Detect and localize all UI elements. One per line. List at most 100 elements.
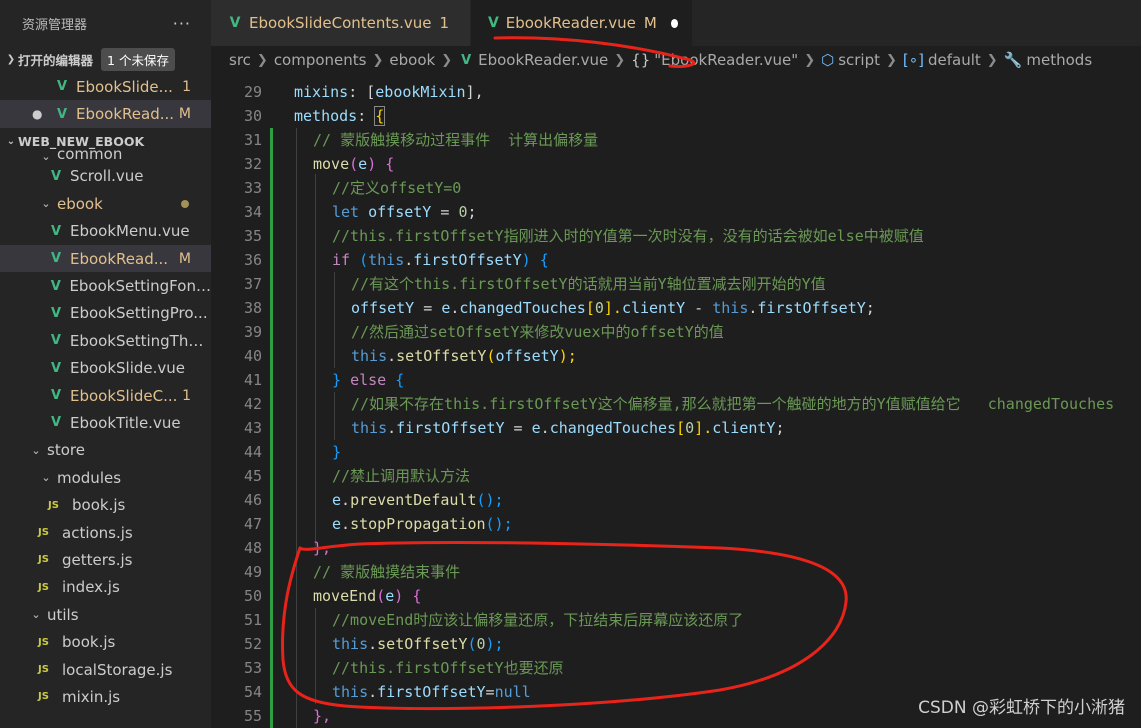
tree-folder[interactable]: ⌄ modules [0,464,211,491]
tree-file[interactable]: V Scroll.vue [0,163,211,190]
js-file-icon: JS [48,499,59,511]
chevron-right-icon: ❯ [986,52,998,68]
code-line: 32 move(e) { [243,155,395,173]
breadcrumb-item[interactable]: components [274,51,367,69]
unsaved-dot-icon[interactable] [670,18,678,28]
tree-file[interactable]: V EbookTitle.vue [0,409,211,436]
js-file-icon: JS [38,554,49,566]
tab-label: EbookSlideContents.vue [249,14,432,32]
tab-label: EbookReader.vue [505,14,636,32]
js-file-icon: JS [38,527,49,539]
breadcrumb-item[interactable]: src [229,51,251,69]
code-line: 48}, [243,539,332,557]
file-label: book.js [62,633,116,652]
tree-file[interactable]: JS localStorage.js [0,656,211,683]
problem-count: 1 [182,387,191,404]
js-file-icon: JS [38,636,49,648]
code-line: 38 offsetY = e.changedTouches[0].clientY … [243,299,875,317]
folder-label: modules [57,468,122,487]
unsaved-dot-icon[interactable]: ● [32,107,42,121]
tree-file[interactable]: V EbookSettingFont... [0,272,211,299]
code-line: 33//定义offsetY=0 [243,179,462,197]
git-status: M [643,14,657,32]
code-line: 31// 蒙版触摸移动过程事件 计算出偏移量 [243,131,599,149]
vue-file-icon: V [229,15,241,31]
code-line: 36 if (this.firstOffsetY) { [243,251,549,269]
js-file-icon: JS [38,691,49,703]
file-label: EbookSlide... [76,77,173,96]
code-line: 40 this.setOffsetY(offsetY); [243,347,577,365]
code-editor[interactable]: 29 mixins: [ebookMixin], 30 methods: { 31/… [211,74,1141,728]
file-label: EbookSettingFont... [69,277,211,296]
code-line: 45//禁止调用默认方法 [243,467,471,485]
problem-count: 1 [439,14,450,32]
chevron-down-icon: ⌄ [31,443,41,457]
vue-file-icon: V [56,106,68,122]
tab-ebook-reader[interactable]: V EbookReader.vue M [471,0,693,46]
chevron-right-icon: ❯ [886,52,897,68]
more-actions-icon[interactable]: ··· [173,14,191,33]
vue-file-icon: V [50,278,61,294]
vue-file-icon: V [50,223,62,239]
chevron-right-icon: ❯ [372,52,384,68]
explorer-header: 资源管理器 ··· [0,0,211,46]
code-line: 52 this.setOffsetY(0); [243,635,504,653]
tree-folder[interactable]: ⌄ ebook [0,190,211,217]
breadcrumb-item[interactable]: methods [1026,51,1092,69]
open-editor-item[interactable]: V EbookSlide... 1 [0,73,211,100]
folder-label: utils [47,605,79,624]
open-editors-section[interactable]: ❯ 打开的编辑器 1 个未保存 [0,46,211,73]
tree-file[interactable]: JS mixin.js [0,683,211,710]
code-line: 29 mixins: [ebookMixin], [243,83,484,101]
tree-file[interactable]: JS book.js [0,628,211,655]
file-label: book.js [72,496,126,515]
breadcrumb-item[interactable]: EbookReader.vue [478,51,608,69]
code-line: 30 methods: { [243,106,386,126]
code-line: 41} else { [243,371,405,389]
breadcrumb-item[interactable]: default [928,51,981,69]
tree-file[interactable]: V EbookSlideC... 1 [0,382,211,409]
git-status: M [178,250,191,267]
vue-file-icon: V [50,168,62,184]
code-line: 42//如果不存在this.firstOffsetY这个偏移量,那么就把第一个触… [243,395,1115,413]
open-editor-item[interactable]: ● V EbookRead... M [0,100,211,128]
code-line: 46 e.preventDefault(); [243,491,504,509]
problem-count: 1 [182,78,191,95]
cube-icon: ⬡ [821,51,835,69]
tree-folder[interactable]: ⌄ store [0,437,211,464]
chevron-right-icon: ❯ [256,52,268,68]
file-label: actions.js [62,523,133,542]
folder-label: common [57,145,123,163]
explorer-sidebar: 资源管理器 ··· ❯ 打开的编辑器 1 个未保存 V EbookSlide..… [0,0,211,728]
tree-file[interactable]: V EbookSettingThe... [0,327,211,354]
wrench-icon: 🔧 [1003,51,1023,69]
file-label: getters.js [62,550,133,569]
tree-file[interactable]: V EbookMenu.vue [0,218,211,245]
unsaved-badge: 1 个未保存 [101,48,175,71]
editor-tabs: V EbookSlideContents.vue 1 V EbookReader… [211,0,1141,46]
tree-folder[interactable]: ⌄ utils [0,601,211,628]
tree-file[interactable]: JS book.js [0,491,211,518]
file-label: EbookTitle.vue [70,413,181,432]
breadcrumb-item[interactable]: "EbookReader.vue" [654,51,798,69]
breadcrumb-item[interactable]: script [838,51,880,69]
file-label: localStorage.js [62,660,173,679]
js-file-icon: JS [38,664,49,675]
tree-file[interactable]: V EbookSettingPro... [0,300,211,327]
breadcrumb-item[interactable]: ebook [389,51,435,69]
code-line: 49// 蒙版触摸结束事件 [243,563,461,581]
tab-ebook-slide-contents[interactable]: V EbookSlideContents.vue 1 [211,0,471,46]
file-label: EbookSlideC... [70,386,178,405]
vue-file-icon: V [50,360,62,376]
tree-file[interactable]: JS actions.js [0,519,211,546]
tree-file[interactable]: JS index.js [0,574,211,601]
tree-file[interactable]: JS getters.js [0,546,211,573]
chevron-down-icon: ⌄ [41,471,51,485]
breadcrumb: src ❯ components ❯ ebook ❯ V EbookReader… [211,46,1141,74]
tree-file[interactable]: V EbookRead... M [0,244,211,273]
code-line: 47 e.stopPropagation(); [243,515,513,533]
tree-file[interactable]: V EbookSlide.vue [0,355,211,382]
watermark: CSDN @彩虹桥下的小淅猪 [918,698,1125,718]
tree-folder[interactable]: ⌄ common [0,146,211,163]
code-line: 53//this.firstOffsetY也要还原 [243,659,564,677]
